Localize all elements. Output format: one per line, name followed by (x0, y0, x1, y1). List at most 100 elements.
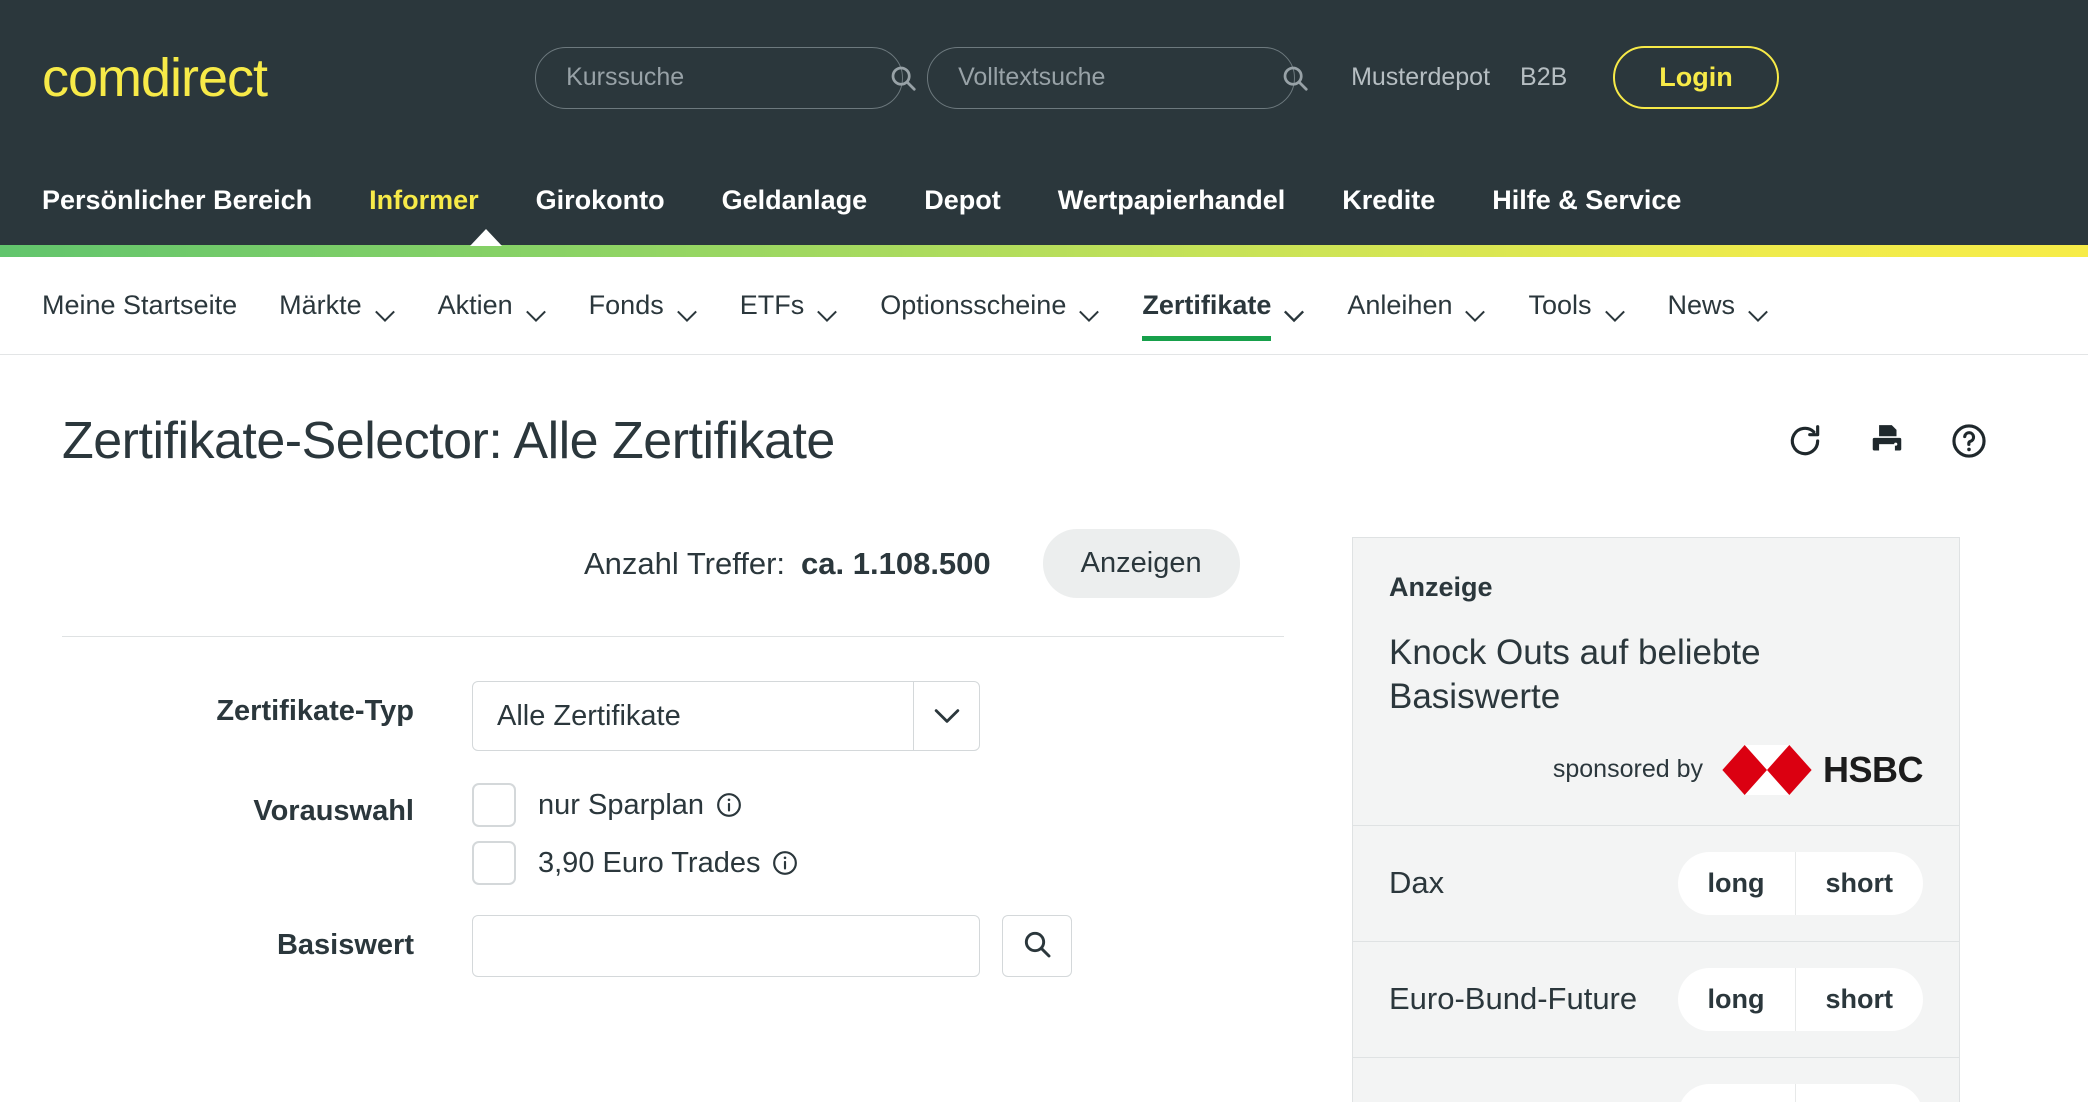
page-title-row: Zertifikate-Selector: Alle Zertifikate (62, 355, 2026, 471)
nav-item-geldanlage[interactable]: Geldanlage (722, 185, 868, 216)
long-button[interactable]: long (1677, 851, 1796, 915)
checkbox-text: 3,90 Euro Trades (538, 846, 761, 879)
long-short-group: long short (1677, 1083, 1923, 1102)
long-button[interactable]: long (1677, 967, 1796, 1031)
brand-gradient-bar (0, 229, 2088, 257)
sub-navigation: Meine Startseite Märkte Aktien Fonds ETF… (0, 257, 2088, 355)
nav-item-informer[interactable]: Informer (369, 185, 479, 216)
search-icon[interactable] (888, 63, 918, 93)
ad-row-partial: long short (1353, 1056, 1959, 1102)
chevron-down-icon (525, 299, 547, 322)
comdirect-logo[interactable]: comdirect (42, 51, 268, 105)
kurssuche-search-field[interactable] (535, 46, 916, 109)
subnav-label: Tools (1528, 290, 1592, 320)
short-button[interactable]: short (1795, 851, 1923, 915)
subnav-item-zertifikate[interactable]: Zertifikate (1142, 257, 1305, 355)
long-button[interactable]: long (1677, 1083, 1796, 1102)
subnav-item-optionsscheine[interactable]: Optionsscheine (880, 257, 1100, 355)
show-results-button[interactable]: Anzeigen (1042, 529, 1240, 598)
basiswert-input[interactable] (472, 915, 980, 977)
subnav-label: Optionsscheine (880, 290, 1067, 320)
chevron-down-icon (1604, 299, 1626, 322)
ad-row-label: Dax (1389, 865, 1445, 901)
info-icon[interactable] (716, 792, 742, 818)
volltextsuche-input[interactable] (958, 63, 1281, 92)
active-nav-caret-icon (470, 229, 502, 246)
chevron-down-icon (676, 299, 698, 322)
selector-form-column: Anzahl Treffer: ca. 1.108.500 Anzeigen Z… (62, 529, 1352, 1102)
results-count: ca. 1.108.500 (801, 545, 991, 581)
checkbox-nur-sparplan[interactable] (472, 783, 516, 827)
nav-item-depot[interactable]: Depot (924, 185, 1001, 216)
label-basiswert: Basiswert (276, 929, 414, 961)
form-row-basiswert: Basiswert (62, 915, 1352, 977)
chevron-down-icon (1078, 299, 1100, 322)
checkbox-390-euro-trades[interactable] (472, 841, 516, 885)
page-body: Zertifikate-Selector: Alle Zertifikate A… (0, 355, 2088, 1102)
subnav-item-aktien[interactable]: Aktien (438, 257, 547, 355)
kurssuche-input[interactable] (566, 63, 889, 92)
form-divider (62, 636, 1284, 637)
hsbc-wordmark: HSBC (1822, 748, 1924, 790)
checkbox-text: nur Sparplan (538, 788, 705, 821)
ad-sponsor-line: sponsored by HSBC (1389, 744, 1924, 795)
ad-header: Anzeige Knock Outs auf beliebte Basiswer… (1353, 538, 1959, 825)
nav-item-hilfe-service[interactable]: Hilfe & Service (1492, 185, 1681, 216)
ad-row-label: Euro-Bund-Future (1389, 981, 1638, 1017)
help-icon[interactable] (1950, 422, 1988, 460)
short-button[interactable]: short (1795, 967, 1923, 1031)
advertisement-panel[interactable]: Anzeige Knock Outs auf beliebte Basiswer… (1352, 537, 1960, 1102)
subnav-item-etfs[interactable]: ETFs (740, 257, 839, 355)
subnav-item-news[interactable]: News (1668, 257, 1770, 355)
subnav-label: Fonds (588, 290, 664, 320)
nav-item-wertpapierhandel[interactable]: Wertpapierhandel (1058, 185, 1286, 216)
basiswert-search-button[interactable] (1002, 915, 1072, 977)
volltextsuche-search-field[interactable] (927, 46, 1308, 109)
label-zertifikate-typ: Zertifikate-Typ (216, 695, 414, 727)
subnav-item-anleihen[interactable]: Anleihen (1347, 257, 1486, 355)
header-link-b2b[interactable]: B2B (1520, 63, 1567, 92)
chevron-down-icon (1747, 299, 1769, 322)
refresh-icon[interactable] (1786, 422, 1824, 460)
chevron-down-icon (1283, 299, 1305, 322)
nav-item-girokonto[interactable]: Girokonto (536, 185, 665, 216)
main-navigation: Persönlicher Bereich Informer Girokonto … (0, 155, 2088, 245)
short-button[interactable]: short (1795, 1083, 1923, 1102)
chevron-down-icon (816, 299, 838, 322)
print-icon[interactable] (1868, 422, 1906, 460)
long-short-group: long short (1677, 851, 1923, 915)
subnav-item-tools[interactable]: Tools (1528, 257, 1625, 355)
login-button[interactable]: Login (1613, 46, 1779, 109)
info-icon[interactable] (772, 850, 798, 876)
subnav-item-fonds[interactable]: Fonds (589, 257, 698, 355)
ad-row-euro-bund-future: Euro-Bund-Future long short (1353, 940, 1959, 1057)
label-vorauswahl: Vorauswahl (253, 795, 414, 827)
subnav-label: Märkte (279, 290, 362, 320)
chevron-down-icon[interactable] (913, 682, 979, 750)
sponsored-by-label: sponsored by (1552, 755, 1703, 783)
page-content: Anzahl Treffer: ca. 1.108.500 Anzeigen Z… (62, 471, 2026, 1102)
subnav-label: Aktien (437, 290, 513, 320)
header-link-musterdepot[interactable]: Musterdepot (1351, 63, 1490, 92)
zertifikate-typ-value: Alle Zertifikate (497, 699, 681, 732)
zertifikate-typ-select[interactable]: Alle Zertifikate (472, 681, 980, 751)
chevron-down-icon (1464, 299, 1486, 322)
checkbox-label-nur-sparplan: nur Sparplan (538, 789, 742, 822)
subnav-label: Meine Startseite (42, 290, 238, 320)
subnav-item-maerkte[interactable]: Märkte (279, 257, 396, 355)
subnav-label: Zertifikate (1142, 290, 1272, 320)
chevron-down-icon (374, 299, 396, 322)
subnav-label: News (1667, 290, 1736, 320)
subnav-item-meine-startseite[interactable]: Meine Startseite (42, 257, 237, 355)
search-icon[interactable] (1280, 63, 1310, 93)
checkbox-row-nur-sparplan[interactable]: nur Sparplan (472, 783, 798, 827)
nav-item-kredite[interactable]: Kredite (1342, 185, 1435, 216)
checkbox-row-390-euro-trades[interactable]: 3,90 Euro Trades (472, 841, 798, 885)
subnav-label: ETFs (739, 290, 805, 320)
form-row-zertifikate-typ: Zertifikate-Typ Alle Zertifikate (62, 681, 1352, 751)
page-action-icons (1786, 422, 2026, 460)
page-title: Zertifikate-Selector: Alle Zertifikate (62, 412, 835, 470)
nav-item-persoenlicher-bereich[interactable]: Persönlicher Bereich (42, 185, 312, 216)
results-summary: Anzahl Treffer: ca. 1.108.500 Anzeigen (62, 529, 1352, 598)
ad-title[interactable]: Knock Outs auf beliebte Basiswerte (1389, 631, 1923, 719)
